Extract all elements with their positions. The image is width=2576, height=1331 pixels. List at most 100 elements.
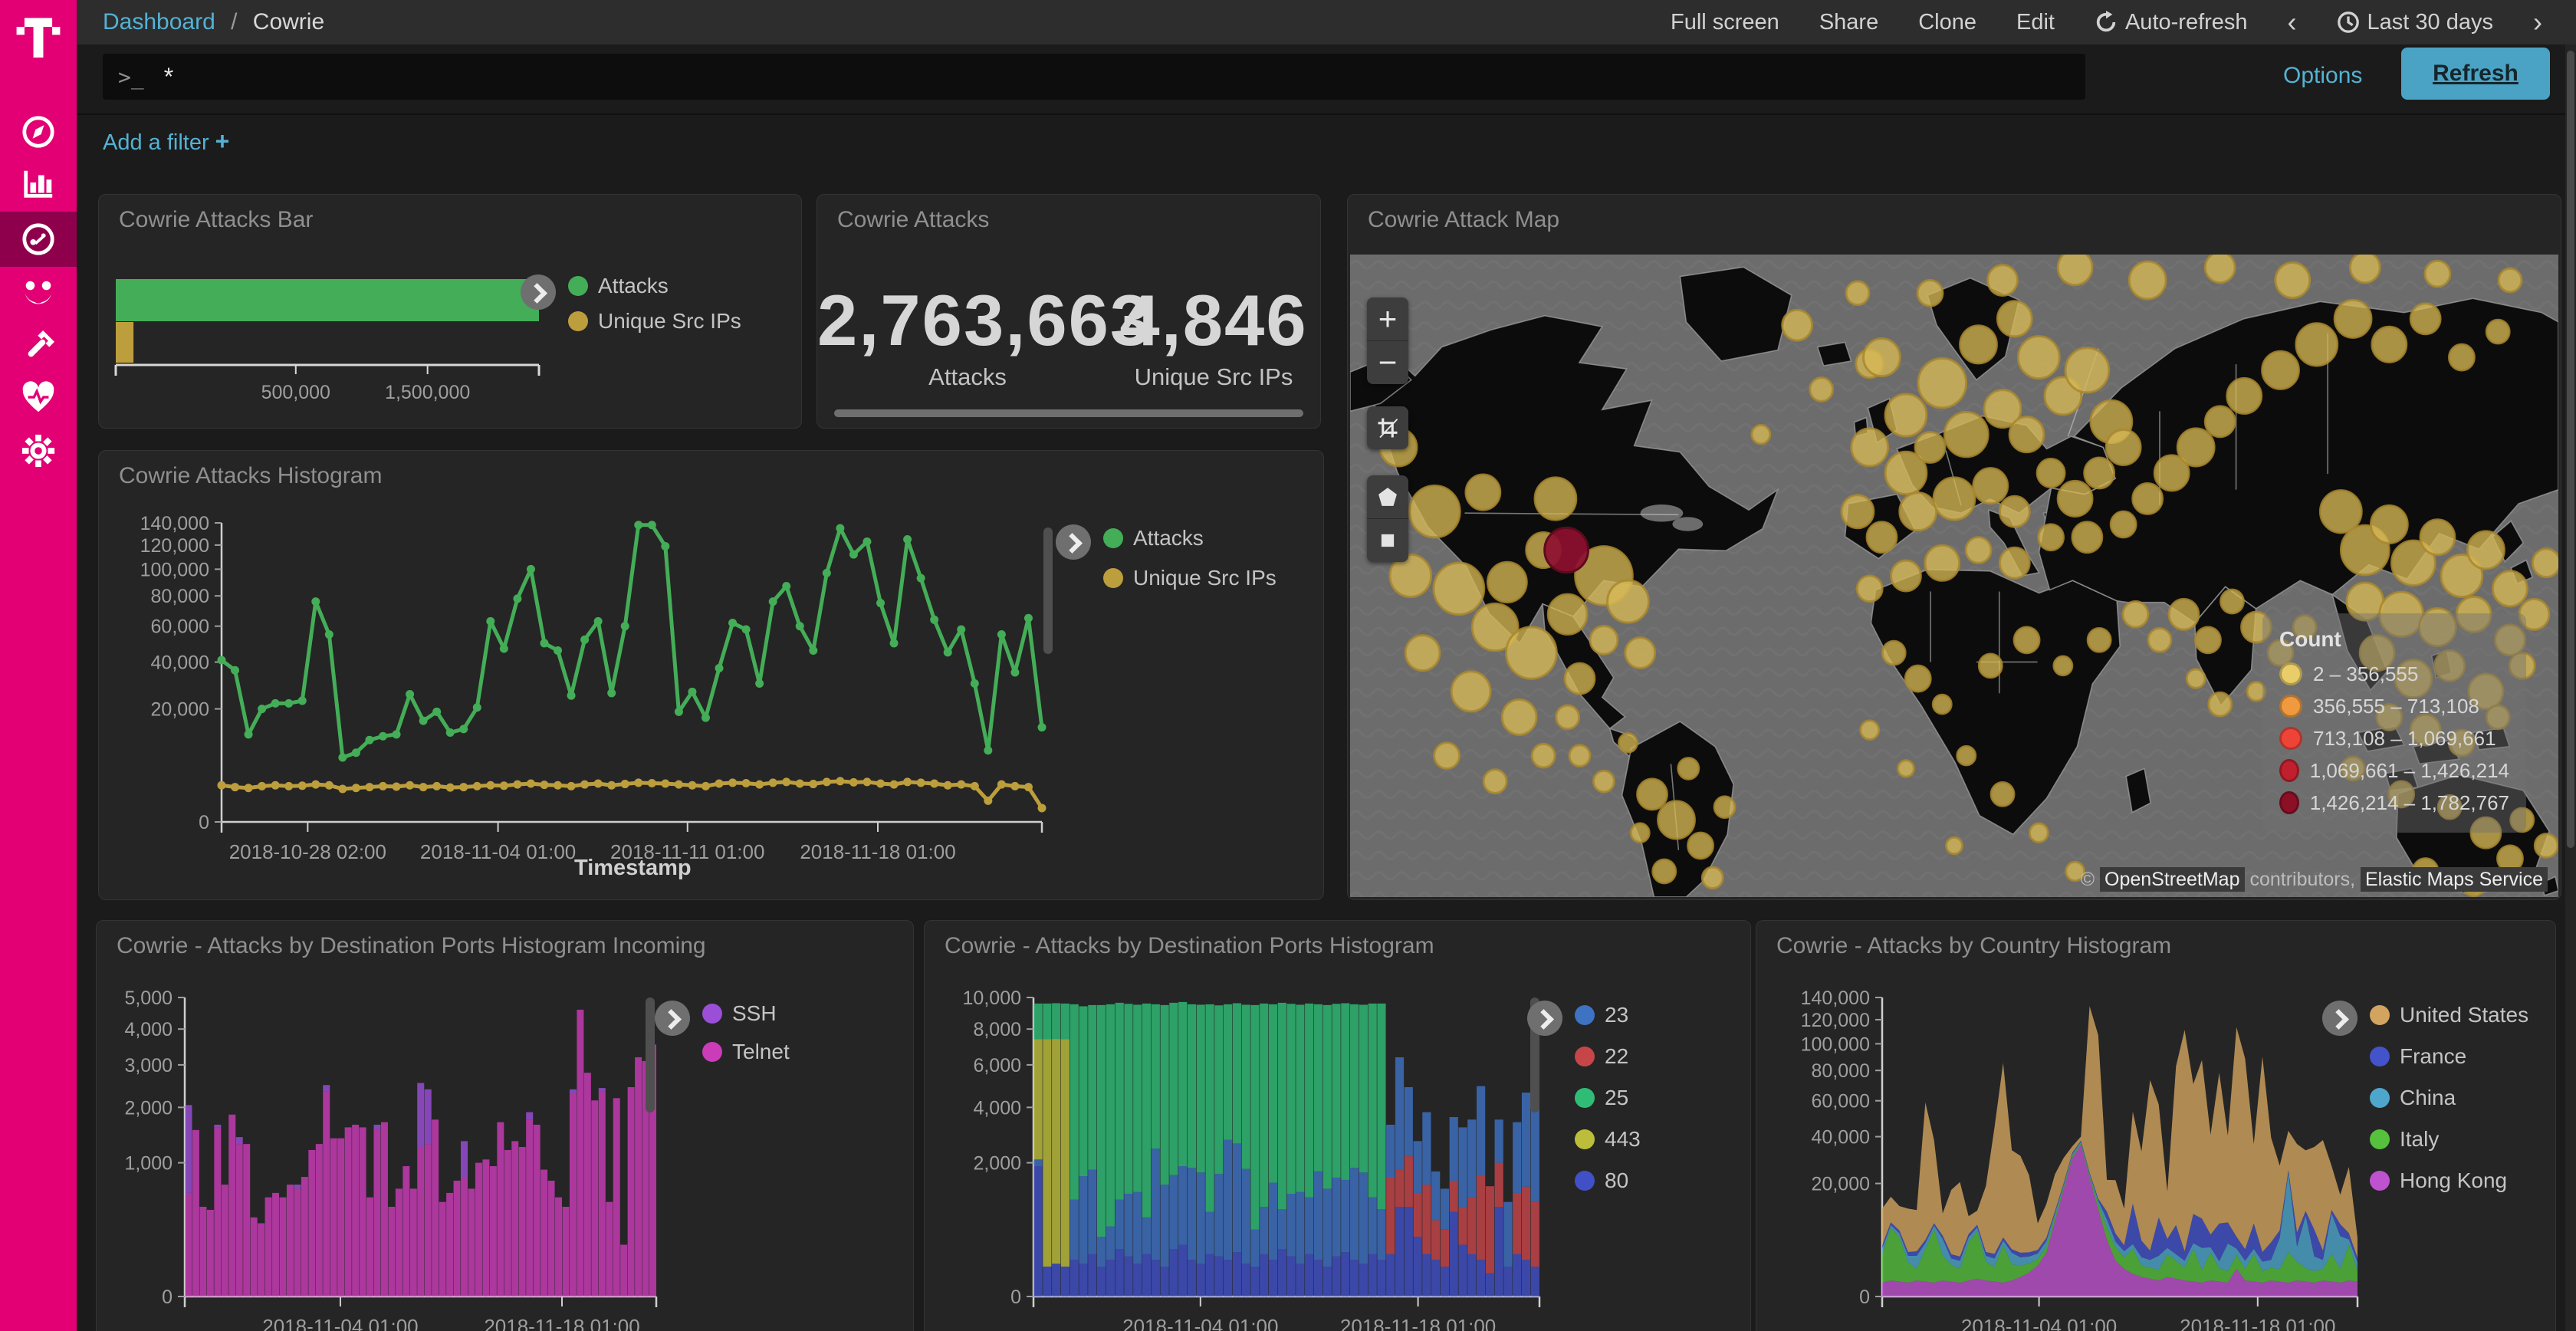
filter-bar: Add a filter+ (77, 113, 2576, 163)
sidebar-item-timelion[interactable] (0, 270, 77, 319)
map-legend-dot (2279, 727, 2302, 750)
legend-item-unique-src-ips[interactable]: Unique Src IPs (1103, 558, 1276, 598)
sidebar-item-discover[interactable] (0, 107, 77, 156)
svg-text:500,000: 500,000 (261, 382, 330, 403)
svg-text:4,000: 4,000 (973, 1097, 1021, 1119)
rectangle-tool-button[interactable] (1367, 518, 1408, 562)
panel-ports-incoming: Cowrie - Attacks by Destination Ports Hi… (96, 920, 914, 1331)
crop-icon (1376, 416, 1399, 439)
bar-chart-icon (21, 166, 56, 202)
wrench-icon (21, 329, 56, 364)
legend-label: Attacks (1133, 526, 1204, 550)
legend-expand-button[interactable] (655, 1001, 690, 1036)
legend: Attacks Unique Src IPs (568, 268, 741, 339)
map-attribution: © OpenStreetMap contributors, Elastic Ma… (2081, 869, 2548, 891)
time-range-picker[interactable]: Last 30 days (2337, 10, 2493, 35)
menu-item-edit[interactable]: Edit (2016, 10, 2055, 35)
search-input[interactable]: >_ * (103, 54, 2085, 100)
osm-link[interactable]: OpenStreetMap (2100, 867, 2245, 892)
breadcrumb-dashboard-link[interactable]: Dashboard (103, 9, 215, 35)
breadcrumb-current: Cowrie (253, 9, 324, 35)
vertical-scrollbar[interactable] (1043, 527, 1053, 654)
ems-link[interactable]: Elastic Maps Service (2361, 867, 2548, 892)
horizontal-scrollbar[interactable] (834, 409, 1303, 417)
svg-text:0: 0 (162, 1287, 172, 1308)
legend-label: Italy (2400, 1127, 2439, 1152)
map-legend-label: 2 – 356,555 (2313, 662, 2418, 686)
legend-label: Unique Src IPs (1133, 566, 1276, 590)
legend-item-ssh[interactable]: SSH (702, 994, 790, 1033)
legend-expand-button[interactable] (1056, 524, 1091, 560)
menu-item-auto-refresh[interactable]: Auto-refresh (2095, 10, 2248, 35)
world-map[interactable]: + − Count 2 – 356,555356,555 – 713,10871… (1350, 255, 2558, 897)
ports-incoming-chart: 01,0002,0003,0004,0005,0002018-11-04 01:… (112, 985, 679, 1331)
legend-item-telnet[interactable]: Telnet (702, 1033, 790, 1071)
legend-item-22[interactable]: 22 (1575, 1036, 1641, 1077)
svg-text:2018-11-18 01:00: 2018-11-18 01:00 (484, 1315, 639, 1331)
map-legend-label: 1,069,661 – 1,426,214 (2310, 759, 2509, 783)
time-next-button[interactable]: › (2533, 6, 2542, 38)
options-link[interactable]: Options (2283, 63, 2362, 89)
query-prompt-icon: >_ (118, 64, 144, 90)
svg-text:2018-11-04 01:00: 2018-11-04 01:00 (420, 840, 576, 863)
legend-expand-button[interactable] (521, 274, 556, 310)
zoom-out-button[interactable]: − (1367, 340, 1408, 384)
polygon-tool-button[interactable] (1367, 475, 1408, 518)
menu-item-share[interactable]: Share (1819, 10, 1878, 35)
panel-title: Cowrie Attack Map (1368, 207, 1559, 233)
panel-title: Cowrie Attacks Bar (119, 207, 313, 233)
legend-item-france[interactable]: France (2370, 1036, 2528, 1077)
page-scrollbar[interactable] (2565, 44, 2576, 1331)
sidebar-item-management[interactable] (0, 426, 77, 475)
legend-item-25[interactable]: 25 (1575, 1077, 1641, 1119)
legend-item-attacks[interactable]: Attacks (1103, 518, 1276, 558)
svg-text:2018-11-18 01:00: 2018-11-18 01:00 (1340, 1315, 1496, 1331)
legend-item-hong-kong[interactable]: Hong Kong (2370, 1160, 2528, 1201)
rectangle-icon (1376, 529, 1399, 552)
sidebar-item-dev-tools[interactable] (0, 322, 77, 371)
legend: SSHTelnet (702, 994, 790, 1071)
map-legend-item: 713,108 – 1,069,661 (2279, 722, 2509, 754)
plus-icon: + (215, 127, 230, 155)
gauge-icon (21, 222, 56, 257)
legend-item-china[interactable]: China (2370, 1077, 2528, 1119)
legend-label: Unique Src IPs (598, 309, 741, 334)
legend-label: Hong Kong (2400, 1168, 2507, 1193)
svg-text:140,000: 140,000 (1801, 988, 1870, 1009)
svg-text:2018-11-04 01:00: 2018-11-04 01:00 (262, 1315, 418, 1331)
sidebar-item-visualize[interactable] (0, 159, 77, 209)
legend-item-italy[interactable]: Italy (2370, 1119, 2528, 1160)
map-legend-item: 2 – 356,555 (2279, 658, 2509, 690)
legend-item-80[interactable]: 80 (1575, 1160, 1641, 1201)
vertical-scrollbar[interactable] (646, 997, 655, 1112)
refresh-button[interactable]: Refresh (2401, 48, 2550, 100)
chevron-right-icon (1533, 1009, 1554, 1030)
legend-label: France (2400, 1044, 2466, 1069)
legend-color-dot (2370, 1047, 2390, 1066)
kibana-dashboard: Dashboard / Cowrie Full screenShareClone… (0, 0, 2576, 1331)
tmobile-logo[interactable] (0, 0, 77, 74)
legend-item-attacks[interactable]: Attacks (568, 268, 741, 304)
legend-expand-button[interactable] (1527, 1001, 1562, 1036)
heartbeat-icon (21, 381, 56, 416)
zoom-in-button[interactable]: + (1367, 297, 1408, 340)
legend-color-dot (1575, 1047, 1595, 1066)
legend-item-unique-src-ips[interactable]: Unique Src IPs (568, 304, 741, 339)
legend-item-23[interactable]: 23 (1575, 994, 1641, 1036)
crop-bounds-button[interactable] (1367, 406, 1408, 449)
legend-item-united-states[interactable]: United States (2370, 994, 2528, 1036)
legend-item-443[interactable]: 443 (1575, 1119, 1641, 1160)
add-filter-button[interactable]: Add a filter+ (103, 127, 229, 156)
time-prev-button[interactable]: ‹ (2288, 6, 2297, 38)
sidebar-item-dashboard[interactable] (0, 212, 77, 267)
sidebar-item-monitoring[interactable] (0, 374, 77, 423)
legend-label: Attacks (598, 274, 669, 298)
legend: United States France China Italy Hong Kong (2370, 994, 2528, 1201)
svg-text:140,000: 140,000 (140, 513, 209, 534)
menu-item-clone[interactable]: Clone (1918, 10, 1976, 35)
legend-expand-button[interactable] (2322, 1001, 2358, 1036)
svg-text:2018-10-28 02:00: 2018-10-28 02:00 (229, 840, 386, 863)
menu-item-full-screen[interactable]: Full screen (1671, 10, 1779, 35)
timelion-icon (21, 277, 56, 312)
legend-color-dot (2370, 1005, 2390, 1025)
